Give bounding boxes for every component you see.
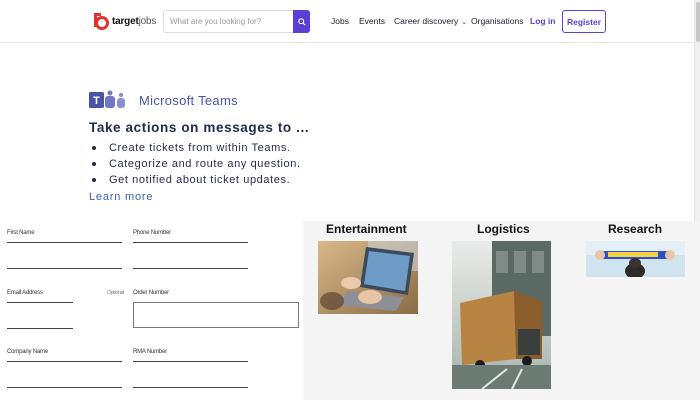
phone-number-field[interactable]: [133, 242, 248, 243]
teams-brand: T Microsoft Teams: [89, 90, 238, 110]
first-name-field-2[interactable]: [7, 268, 122, 269]
svg-text:T: T: [93, 95, 100, 107]
teams-feature-list: Create tickets from within Teams. Catego…: [89, 140, 301, 188]
nav-events[interactable]: Events: [359, 16, 385, 26]
email-address-field-2[interactable]: [7, 328, 73, 329]
search-icon: [297, 17, 306, 26]
nav-career-discovery[interactable]: Career discovery ⌄: [394, 16, 467, 26]
logo-text-light: jobs: [138, 15, 157, 27]
search-bar: [163, 10, 310, 33]
logistics-image[interactable]: [452, 241, 551, 389]
company-name-field[interactable]: [7, 361, 122, 362]
optional-label: Optional: [107, 290, 125, 296]
category-title-research: Research: [608, 222, 663, 236]
category-title-entertainment: Entertainment: [326, 222, 407, 236]
search-input[interactable]: [164, 11, 294, 32]
learn-more-link[interactable]: Learn more: [89, 191, 153, 203]
nav-organisations[interactable]: Organisations: [471, 16, 523, 26]
nav-jobs[interactable]: Jobs: [331, 16, 349, 26]
target-logo-icon: [92, 11, 109, 31]
site-logo[interactable]: targetjobs: [92, 11, 156, 31]
email-address-label: Email Address: [7, 290, 43, 296]
first-name-label: First Name: [7, 230, 35, 236]
category-gallery: Entertainment Logistics Research: [303, 221, 700, 400]
first-name-field[interactable]: [7, 242, 122, 243]
phone-number-field-2[interactable]: [133, 268, 248, 269]
phone-number-label: Phone Number: [133, 230, 171, 236]
logo-text-bold: target: [112, 15, 139, 27]
entertainment-image[interactable]: [318, 241, 418, 314]
teams-brand-name: Microsoft Teams: [139, 92, 238, 108]
company-name-label: Company Name: [7, 349, 48, 355]
teams-title: Take actions on messages to ...: [89, 120, 310, 135]
order-number-field[interactable]: [133, 302, 299, 328]
chevron-down-icon: ⌄: [461, 19, 468, 26]
microsoft-teams-icon: T: [89, 90, 133, 110]
site-header: targetjobs Jobs Events Career discovery⌄…: [0, 0, 700, 43]
category-title-logistics: Logistics: [477, 222, 530, 236]
list-item: Get notified about ticket updates.: [89, 172, 301, 188]
register-button[interactable]: Register: [562, 10, 606, 33]
company-name-field-2[interactable]: [7, 387, 122, 388]
email-address-field[interactable]: [7, 302, 73, 303]
research-image[interactable]: [586, 241, 685, 277]
rma-number-field-2[interactable]: [133, 387, 248, 388]
scrollbar-thumb[interactable]: [696, 2, 700, 42]
login-link[interactable]: Log in: [530, 16, 556, 26]
rma-number-field[interactable]: [133, 361, 248, 362]
rma-number-label: RMA Number: [133, 349, 168, 355]
list-item: Categorize and route any question.: [89, 156, 301, 172]
search-button[interactable]: [293, 10, 310, 33]
order-number-label: Order Number: [133, 290, 169, 296]
list-item: Create tickets from within Teams.: [89, 140, 301, 156]
nav-career-discovery-label: Career discovery: [394, 16, 459, 26]
